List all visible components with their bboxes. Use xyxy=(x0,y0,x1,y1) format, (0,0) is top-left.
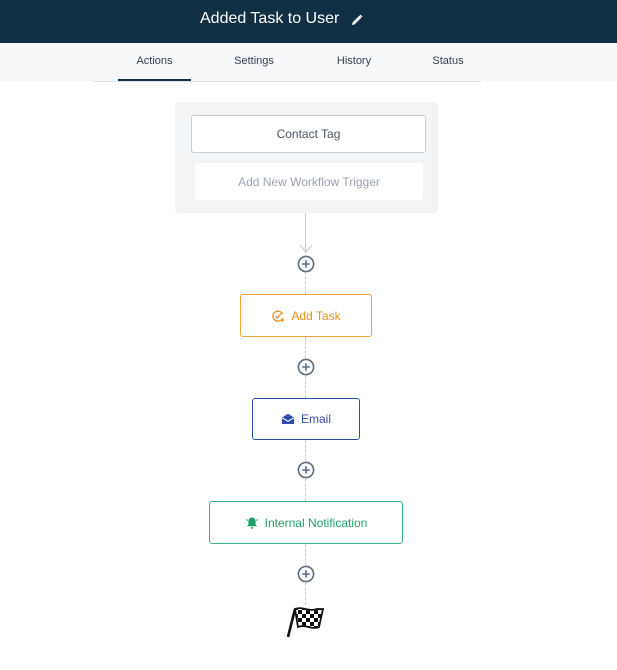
tab-bar xyxy=(0,43,617,81)
top-bar: Added Task to User xyxy=(0,0,617,43)
connector-line xyxy=(305,376,306,398)
action-label: Internal Notification xyxy=(264,515,368,530)
connector-line xyxy=(305,440,306,461)
bell-icon xyxy=(245,517,258,529)
tab-actions[interactable]: Actions xyxy=(118,43,191,81)
arrow-down-icon xyxy=(299,244,313,253)
connector-line xyxy=(305,479,306,501)
action-label: Add Task xyxy=(291,308,341,323)
tab-status[interactable]: Status xyxy=(412,43,484,79)
add-step-plus-icon[interactable] xyxy=(297,461,315,479)
action-email[interactable]: Email xyxy=(252,398,360,440)
action-internal-notification[interactable]: Internal Notification xyxy=(209,501,403,544)
tab-history[interactable]: History xyxy=(318,43,390,79)
add-step-plus-icon[interactable] xyxy=(297,565,315,583)
add-trigger-button[interactable]: Add New Workflow Trigger xyxy=(195,163,423,200)
add-step-plus-icon[interactable] xyxy=(297,255,315,273)
tab-bar-divider xyxy=(93,81,481,82)
task-check-icon xyxy=(272,310,285,322)
action-add-task[interactable]: Add Task xyxy=(240,294,372,337)
workflow-title: Added Task to User xyxy=(200,10,340,27)
pencil-icon[interactable] xyxy=(351,13,363,25)
add-step-plus-icon[interactable] xyxy=(297,358,315,376)
connector-line xyxy=(305,272,306,294)
trigger-contact-tag[interactable]: Contact Tag xyxy=(191,115,426,153)
title-wrap: Added Task to User xyxy=(200,8,363,30)
workflow-page: Added Task to User Actions Settings Hist… xyxy=(0,0,617,670)
action-label: Email xyxy=(300,412,331,426)
connector-line xyxy=(305,583,306,605)
envelope-icon xyxy=(281,413,294,424)
checkered-flag-icon xyxy=(286,607,325,638)
tab-settings[interactable]: Settings xyxy=(218,43,290,79)
connector-line xyxy=(305,337,306,358)
connector-line xyxy=(305,544,306,565)
